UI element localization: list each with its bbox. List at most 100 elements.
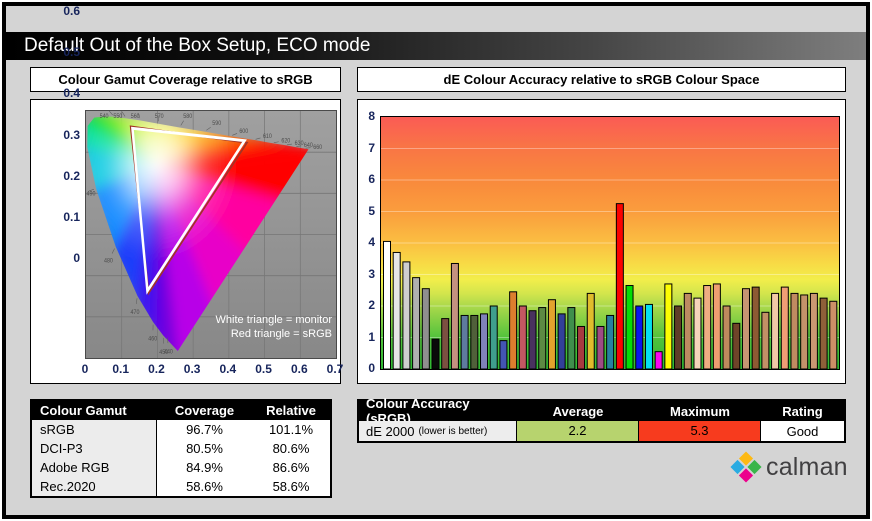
svg-text:490: 490 [87,191,96,197]
gamut-coverage: 80.5% [186,441,223,456]
cie-x-tick: 0.3 [183,362,201,376]
calman-logo: calman [730,449,848,485]
bar-y-tick: 5 [368,203,375,218]
de-bar [421,288,430,369]
cie-y-tick: 0.4 [63,86,80,101]
de-bar-svg [381,117,839,369]
de-bar-chart [380,116,840,370]
de-bar [819,297,828,369]
gamut-table-row: Rec.2020 58.6% 58.6% [32,477,330,496]
bar-y-tick: 0 [368,361,375,375]
svg-text:660: 660 [313,145,322,151]
de-bar [741,288,750,369]
cie-x-tick: 0.5 [255,362,272,376]
de-bar [635,305,644,369]
de-bar [674,305,683,369]
svg-text:590: 590 [212,121,221,127]
de-bar [402,261,411,369]
cie-x-tick: 0.7 [326,362,344,376]
cie-y-tick: 0.3 [63,127,80,142]
de-bar [732,322,741,369]
svg-text:600: 600 [239,129,248,135]
svg-text:560: 560 [131,114,140,120]
accuracy-header-rating: Rating [782,403,823,419]
title-bar: Default Out of the Box Setup, ECO mode [6,32,866,60]
cie-y-tick: 0.2 [63,168,80,183]
gamut-relative: 101.1% [268,422,314,437]
de-bar [441,318,450,369]
de-bar [829,300,838,369]
de-bar [528,310,537,369]
de-bar [509,291,518,369]
gamut-coverage: 58.6% [186,479,223,494]
svg-text:470: 470 [131,310,140,316]
de-bar [450,262,459,369]
svg-text:580: 580 [183,114,192,120]
de-bar [392,251,401,369]
gamut-coverage: 84.9% [186,460,223,475]
average-value-cell: 2.2 [517,421,639,441]
de-bar [615,203,624,369]
de-bar [712,283,721,369]
accuracy-table-row: dE 2000 (lower is better) 2.2 5.3 Good [359,421,844,441]
de-bar [412,277,421,369]
gamut-table-row: sRGB 96.7% 101.1% [32,420,330,439]
calman-report-page: Default Out of the Box Setup, ECO mode C… [0,0,872,521]
cie-x-tick: 0.2 [148,362,165,376]
de-bar [606,314,615,369]
calman-logo-icon [730,451,762,483]
de-bar [693,297,702,369]
de-bar [557,313,566,369]
cie-y-tick: 0.6 [63,4,80,18]
de-bar [518,305,527,369]
metric-note: (lower is better) [418,425,488,437]
accuracy-header-average: Average [552,403,604,419]
gamut-relative: 58.6% [272,479,310,494]
svg-text:450: 450 [159,350,168,356]
accuracy-panel-header: dE Colour Accuracy relative to sRGB Colo… [357,67,846,92]
cie-x-tick: 0 [81,362,89,376]
maximum-value-cell: 5.3 [639,421,761,441]
gamut-table-row: Adobe RGB 84.9% 86.6% [32,458,330,477]
gamut-name: sRGB [32,420,157,439]
de-bar [761,311,770,369]
de-bar [596,325,605,369]
cie-y-tick: 0.1 [63,209,80,224]
metric-name: dE 2000 [366,423,415,439]
de-bar [567,307,576,369]
de-bar [383,240,391,369]
bar-y-tick: 6 [368,172,375,186]
gamut-relative: 80.6% [272,441,310,456]
de-bar [489,305,498,369]
cie-y-tick: 0 [73,251,80,265]
svg-text:540: 540 [100,114,109,120]
accuracy-header-maximum: Maximum [670,403,730,419]
bar-y-tick: 4 [368,235,375,249]
de-bar [625,285,634,369]
cie-x-tick: 0.4 [219,362,237,376]
de-bar [538,307,547,369]
gamut-coverage: 96.7% [186,422,223,437]
de-bar [703,285,712,369]
de-bar [499,340,508,369]
svg-text:610: 610 [263,134,272,140]
accuracy-table-header: Colour Accuracy (sRGB) Average Maximum R… [359,396,844,426]
accuracy-table: Colour Accuracy (sRGB) Average Maximum R… [357,396,846,443]
annotation-monitor: White triangle = monitor [215,314,332,326]
bar-y-tick: 2 [368,298,375,312]
de-bar [751,286,760,369]
de-bar [480,313,489,369]
de-bar [431,338,440,369]
svg-text:550: 550 [113,114,122,120]
de-bar [664,283,673,369]
svg-text:620: 620 [281,138,290,144]
gamut-table-header-coverage: Coverage [174,403,235,418]
gamut-name: Rec.2020 [32,477,157,496]
annotation-srgb: Red triangle = sRGB [230,328,332,340]
de-bar [722,305,731,369]
cie-y-tick: 0.5 [63,45,80,60]
bar-y-tick: 8 [368,109,375,123]
cie-legend-annotation: White triangle = monitor Red triangle = … [178,313,332,341]
gamut-table-header-relative: Relative [266,403,316,418]
rating-cell: Good [786,423,819,439]
